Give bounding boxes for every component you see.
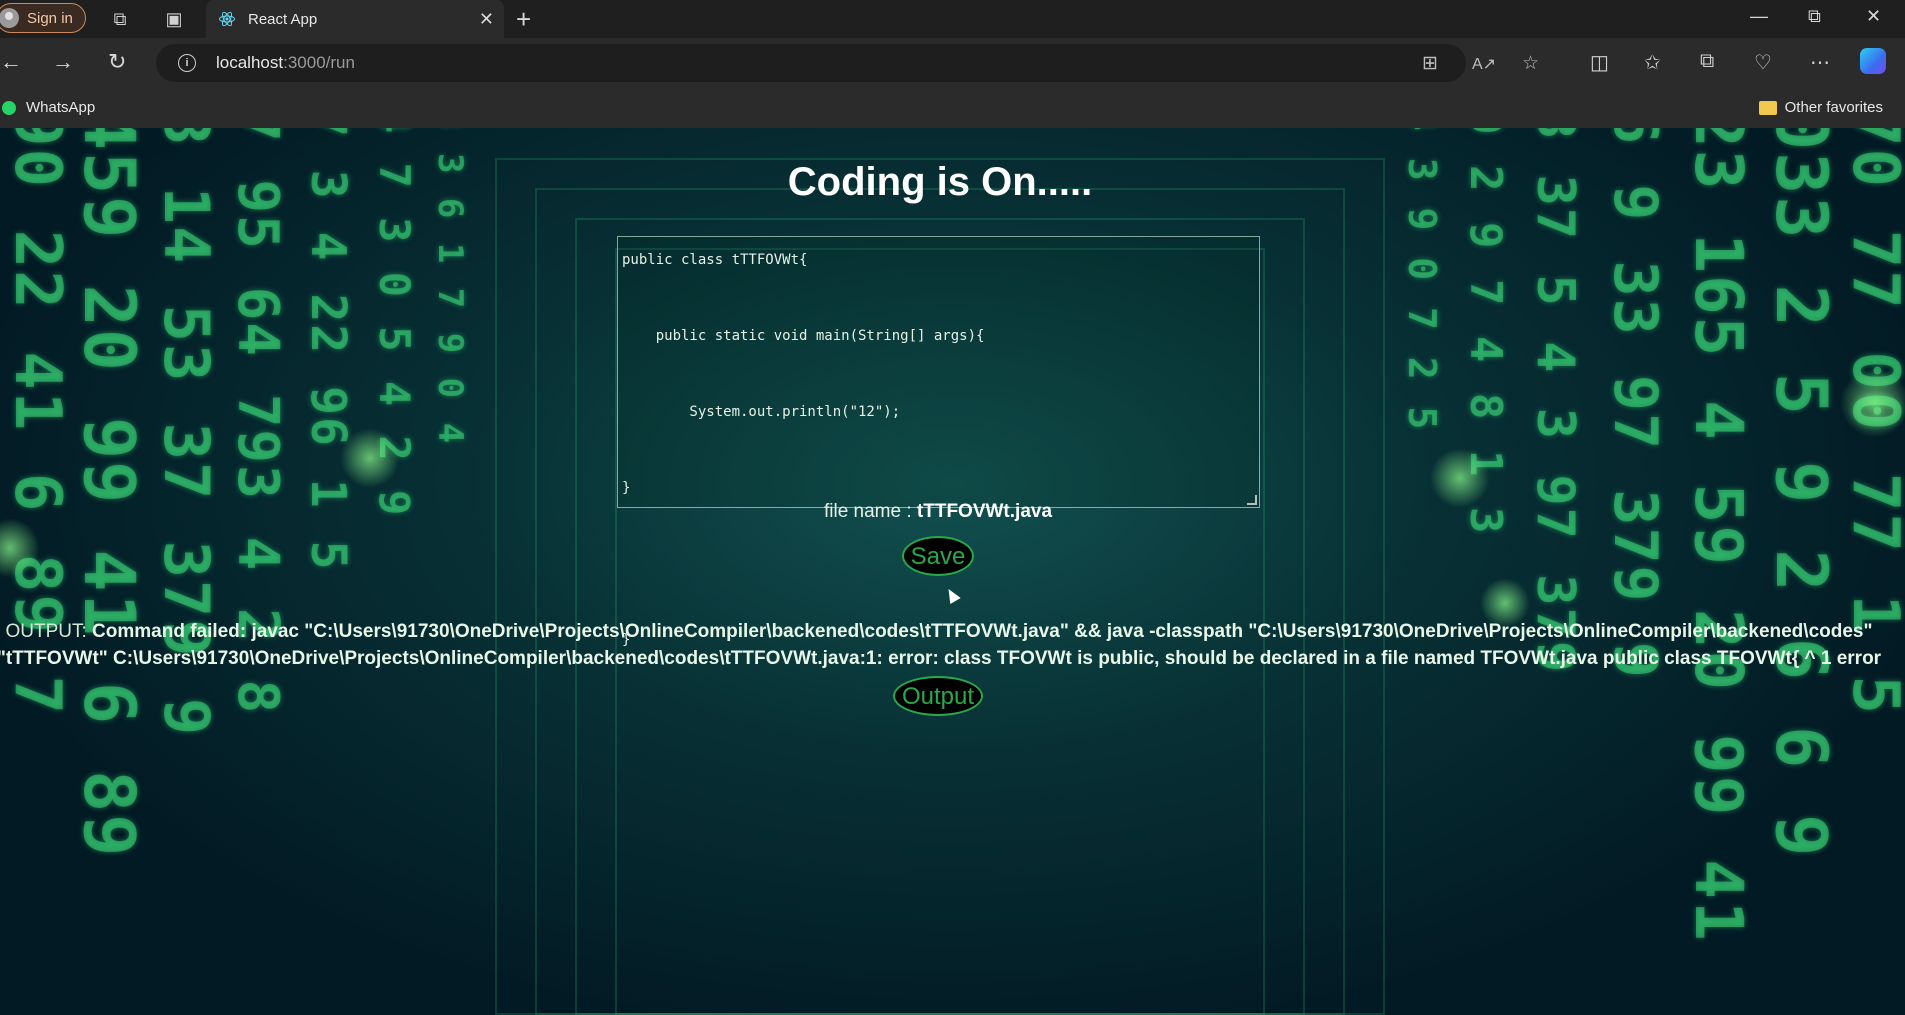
favorites-icon[interactable]: ✩ (1644, 50, 1661, 75)
other-favorites-label: Other favorites (1784, 99, 1883, 116)
save-button[interactable]: Save (902, 536, 974, 576)
browser-titlebar: Sign in ⧉ ▣ React App ✕ + — ⧉ ✕ (0, 0, 1905, 38)
bg-digits: 033 2 5 9 2 6 6 9 (1760, 128, 1842, 859)
address-bar-row: ← → ↻ i localhost:3000/run ⊞ A↗ ☆ (0, 38, 1905, 88)
code-text[interactable]: public class tTTFOVWt{ public static voi… (618, 237, 1259, 663)
address-bar[interactable]: i localhost:3000/run ⊞ A↗ ☆ (156, 44, 1539, 82)
folder-icon (1758, 100, 1777, 115)
browser-essentials-icon[interactable]: ♡ (1754, 50, 1772, 75)
forward-icon[interactable]: → (52, 50, 74, 74)
avatar (0, 8, 19, 28)
refresh-icon[interactable]: ↻ (108, 50, 126, 74)
signin-label: Sign in (27, 9, 73, 27)
new-tab-icon[interactable]: + (516, 5, 531, 33)
page-viewport: 90 22 41 6 89 7 459 20 99 41 6 89 3 14 5… (0, 128, 1905, 1015)
site-info-icon[interactable]: i (178, 54, 196, 72)
file-name-value: tTTFOVWt.java (916, 501, 1053, 522)
bg-digits: 23 165 4 59 20 99 41 (1680, 128, 1757, 943)
signin-button[interactable]: Sign in (0, 3, 86, 33)
bg-glow (340, 428, 400, 488)
other-favorites[interactable]: Other favorites (1758, 99, 1883, 116)
output-message: OUTPUT: Command failed: javac "C:\Users\… (0, 618, 1884, 672)
close-icon[interactable]: ✕ (1866, 6, 1881, 27)
tab-title: React App (248, 10, 318, 28)
collections-icon[interactable]: ⧉ (1700, 50, 1714, 73)
minimize-icon[interactable]: — (1750, 6, 1768, 27)
favorites-bar: WhatsApp Other favorites (0, 88, 1905, 128)
output-button[interactable]: Output (893, 676, 983, 716)
back-icon[interactable]: ← (0, 50, 22, 74)
react-icon (219, 11, 235, 27)
url-text[interactable]: localhost:3000/run (216, 53, 355, 73)
output-text: Command failed: javac "C:\Users\91730\On… (0, 621, 1882, 669)
favorite-star-icon[interactable]: ☆ (1522, 52, 1539, 75)
bookmark-whatsapp[interactable]: WhatsApp (2, 99, 95, 116)
tab-actions-icon[interactable]: ▣ (163, 8, 185, 30)
tab-react-app[interactable]: React App ✕ (206, 0, 504, 38)
bg-glow (1840, 368, 1905, 438)
bg-digits: 459 20 99 41 6 89 (68, 128, 150, 859)
bg-glow (1430, 448, 1490, 508)
page-title: Coding is On..... (787, 160, 1093, 204)
file-name-line: file name : tTTFOVWt.java (823, 501, 1053, 522)
split-screen-icon[interactable]: ◫ (1590, 50, 1609, 75)
bookmark-label: WhatsApp (26, 99, 96, 116)
bg-digits: 3 37 5 4 3 97 379 (1525, 128, 1585, 675)
copilot-icon[interactable] (1860, 48, 1886, 74)
whatsapp-icon (2, 100, 16, 115)
workspaces-icon[interactable]: ⧉ (109, 8, 131, 30)
more-menu-icon[interactable]: ⋯ (1810, 50, 1830, 75)
restore-icon[interactable]: ⧉ (1808, 6, 1821, 27)
tab-close-icon[interactable]: ✕ (479, 9, 494, 29)
code-editor[interactable]: public class tTTFOVWt{ public static voi… (617, 236, 1260, 648)
bg-digits: 6 9 33 97 379 9 (1600, 128, 1670, 680)
read-aloud-icon[interactable]: A↗ (1472, 54, 1496, 74)
app-available-icon[interactable]: ⊞ (1422, 52, 1438, 75)
